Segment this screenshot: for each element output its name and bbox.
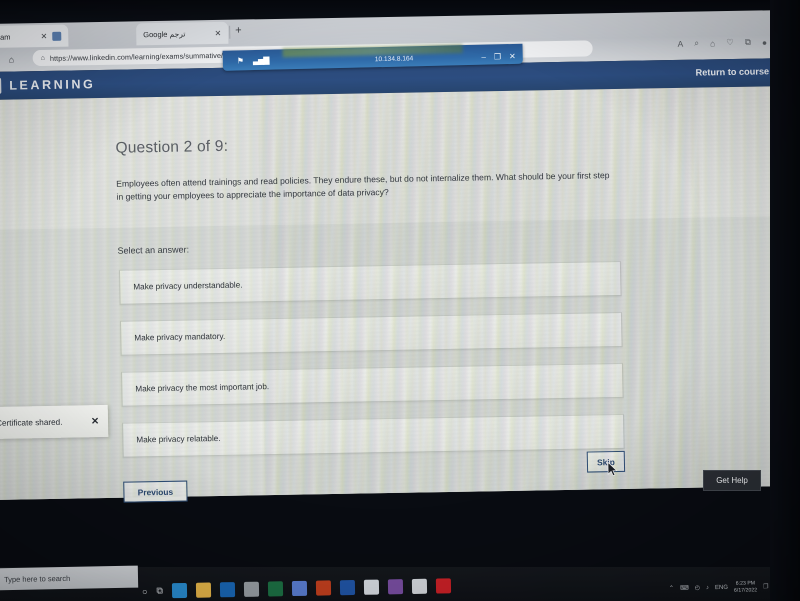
edge-icon[interactable] [171,582,188,599]
profile-icon[interactable]: ● [762,37,767,47]
clock[interactable]: 6:23 PM 6/17/2022 [733,580,757,594]
monitor-screen: ...tive Exam ✕ Google ترجم ✕ + ← ⌂ ⌂ htt… [0,9,800,524]
answer-option-2[interactable]: Make privacy mandatory. [119,311,623,356]
search-input[interactable]: Type here to search [0,565,139,591]
cortana-icon[interactable]: ○ [142,586,148,596]
tab-label: ...tive Exam [0,32,11,42]
answer-option-1[interactable]: Make privacy understandable. [118,260,622,305]
lock-icon: ⌂ [40,54,45,62]
skip-button[interactable]: Skip [586,450,626,473]
tab-label: Google ترجم [143,29,186,39]
remote-host-ip: 10.134.8.164 [374,55,414,64]
adobe-icon[interactable] [435,578,451,594]
browser-tab-exam[interactable]: ...tive Exam ✕ [0,24,69,49]
outlook-icon[interactable] [219,582,236,598]
page-title: Question 2 of 9: [115,137,229,157]
search-icon[interactable]: ⌕ [694,38,699,49]
clock-date: 6/17/2022 [733,586,757,594]
favorites-icon[interactable]: ♡ [726,37,734,48]
minimize-icon[interactable]: – [481,53,486,62]
excel-icon[interactable] [267,581,284,597]
collections-icon[interactable]: ⌂ [710,38,715,48]
window-controls: – ❐ ✕ [481,52,516,62]
powerpoint-icon[interactable] [315,580,332,596]
previous-button[interactable]: Previous [123,480,188,503]
question-text: Employees often attend trainings and rea… [116,170,610,203]
chat-icon[interactable]: ⌨ [680,585,689,592]
sound-icon[interactable]: ♪ [705,585,708,591]
close-icon[interactable]: ✕ [214,28,221,37]
home-icon[interactable]: ⌂ [9,55,15,65]
photos-icon[interactable] [363,579,379,595]
answer-label: Make privacy understandable. [133,280,243,292]
linkedin-icon: in [0,77,2,95]
select-answer-label: Select an answer: [117,244,190,256]
get-help-button[interactable]: Get Help [703,470,761,491]
tab-divider [229,25,231,39]
close-icon[interactable]: ✕ [509,52,516,61]
read-aloud-icon[interactable]: A [678,38,684,48]
restore-icon[interactable]: ❐ [494,52,501,61]
chrome-icon[interactable] [243,581,260,597]
answer-option-4[interactable]: Make privacy relatable. [122,413,625,458]
toast-message: Certificate shared. [0,417,63,428]
mouse-cursor-icon [607,462,618,477]
answer-options-list: Make privacy understandable. Make privac… [118,260,625,474]
answer-label: Make privacy the most important job. [135,382,270,394]
linkedin-learning-logo[interactable]: in LEARNING [0,76,96,95]
new-tab-button[interactable]: + [235,25,242,37]
onenote-icon[interactable] [387,579,403,595]
browser-tab-google[interactable]: Google ترجم ✕ [136,21,229,46]
task-view-icon[interactable]: ⧉ [156,585,163,596]
answer-label: Make privacy mandatory. [134,331,226,343]
language-indicator[interactable]: ENG [714,584,727,590]
return-to-course-link[interactable]: Return to course [696,66,770,77]
close-icon[interactable]: ✕ [91,416,99,427]
pin-icon[interactable]: ⚑ [237,56,244,65]
quiz-page: Question 2 of 9: Employees often attend … [0,86,786,503]
answer-label: Make privacy relatable. [136,433,221,445]
search-placeholder: Type here to search [3,573,71,584]
logo-text: LEARNING [9,77,96,93]
close-icon[interactable]: ✕ [40,31,47,40]
word-icon[interactable] [339,579,355,596]
photo-of-monitor: ...tive Exam ✕ Google ترجم ✕ + ← ⌂ ⌂ htt… [0,0,800,601]
teams-icon[interactable] [291,580,308,597]
extensions-icon[interactable]: ⧉ [745,37,751,48]
certificate-shared-toast: Certificate shared. ✕ [0,404,109,440]
calculator-icon[interactable] [411,578,427,594]
notification-center-icon[interactable]: ❐ [763,583,768,590]
chevron-up-icon[interactable]: ⌃ [669,585,674,592]
signal-icon: ▃▅▇ [252,55,269,65]
system-tray: ⌃ ⌨ ◴ ♪ ENG 6:23 PM 6/17/2022 ❐ [668,580,769,595]
tab-favicon [52,31,62,41]
answer-option-3[interactable]: Make privacy the most important job. [121,362,624,407]
monitor-bezel-right [770,0,800,601]
file-explorer-icon[interactable] [195,582,212,598]
network-icon[interactable]: ◴ [694,584,699,591]
